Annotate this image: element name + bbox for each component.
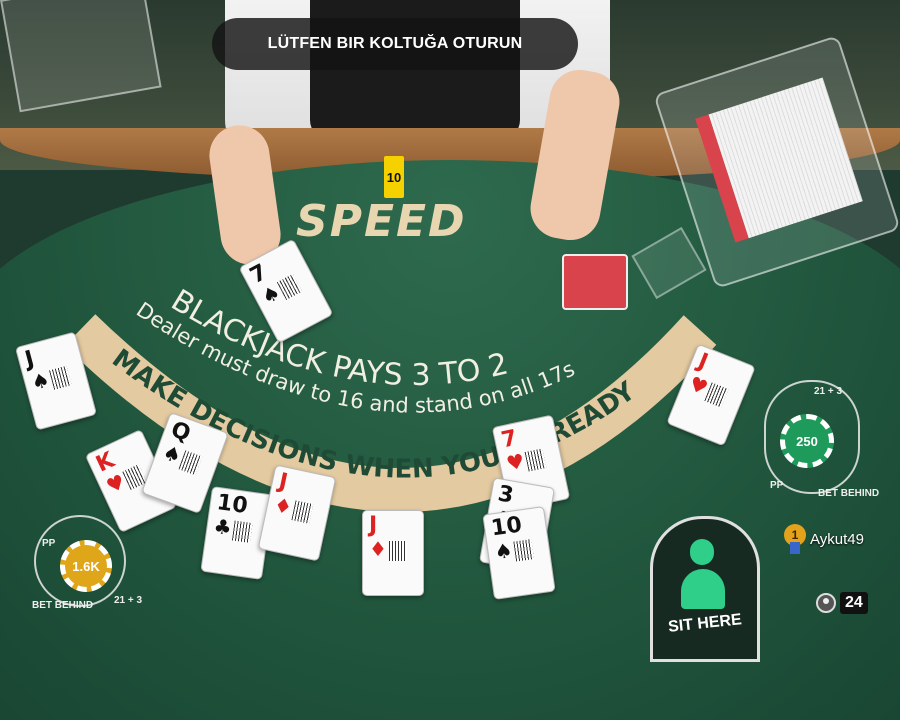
card-barcode (389, 541, 407, 561)
pp-label-right: PP (770, 480, 784, 491)
player-name: Aykut49 (810, 530, 864, 548)
take-seat-banner: LÜTFEN BIR KOLTUĞA OTURUN (212, 18, 578, 70)
speed-logo: SPEED (296, 196, 467, 247)
dealer-hole-card (562, 254, 628, 310)
chip-right: 250 (780, 414, 834, 468)
card-rank: J (694, 348, 712, 376)
viewer-count: 24 (840, 592, 868, 614)
seat-person-icon-head (690, 539, 714, 565)
card-suit-icon: ♣ (212, 513, 234, 541)
ribbon (790, 542, 800, 554)
card-barcode (49, 365, 72, 390)
card-barcode (178, 450, 203, 476)
sit-here-button[interactable]: SIT HERE (650, 516, 760, 662)
decision-timer: 10 (384, 156, 404, 198)
side-bet-label-right: 21 + 3 (814, 386, 843, 397)
card-barcode (231, 520, 253, 543)
card-suit-icon: ♦ (369, 537, 387, 561)
card-rank: 10 (489, 512, 524, 542)
viewers-icon (816, 593, 836, 613)
card-rank: J (22, 346, 37, 373)
player-badge: 1 Aykut49 (784, 524, 864, 554)
side-bet-label-left: 21 + 3 (114, 595, 143, 606)
card-rank: J (276, 468, 290, 496)
viewer-counter: 24 (816, 592, 868, 614)
card-rank: 3 (495, 481, 516, 509)
pp-label-left: PP (42, 538, 56, 549)
card-suit-icon: ♥ (504, 448, 527, 476)
card-suit-icon: ♠ (28, 367, 53, 395)
bet-behind-label-right: BET BEHIND (818, 488, 880, 499)
sit-here-label: SIT HERE (667, 611, 743, 636)
card-suit-icon: ♠ (493, 537, 515, 565)
rank-medal-icon: 1 (784, 524, 806, 554)
card-rank: J (369, 513, 378, 538)
playing-card: J ♦ (362, 510, 424, 596)
card-barcode (513, 539, 534, 562)
card-barcode (291, 500, 314, 524)
card-suit-icon: ♦ (271, 492, 295, 520)
seat-person-icon (681, 569, 725, 609)
playing-card: 10 ♠ (482, 506, 556, 600)
chip-left: 1.6K (60, 540, 112, 592)
bet-behind-label-left: BET BEHIND (32, 600, 94, 611)
card-barcode (524, 448, 547, 472)
